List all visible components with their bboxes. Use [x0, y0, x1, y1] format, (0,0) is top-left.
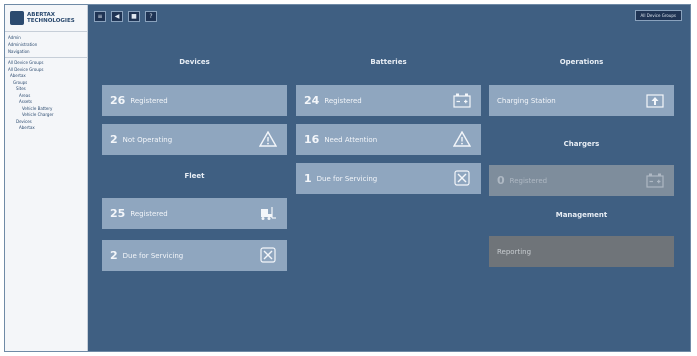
section-title-operations: Operations	[559, 58, 604, 66]
tile-label: Due for Servicing	[316, 174, 378, 183]
tile-charging-station[interactable]: Charging Station	[489, 85, 674, 116]
sidebar-item-navigation[interactable]: Navigation	[8, 48, 84, 55]
device-tree: All Device Groups All Device Groups Aber…	[5, 57, 87, 134]
section-title-management: Management	[555, 211, 608, 219]
tools-icon	[259, 246, 277, 264]
tile-label: Charging Station	[497, 96, 556, 105]
forklift-icon	[259, 204, 277, 222]
top-toolbar: ≡ ◀ ■ ? All Device Groups	[88, 5, 690, 27]
tile-count: 2	[110, 133, 118, 146]
tile-batteries-registered[interactable]: 24 Registered	[296, 85, 481, 116]
tile-label: Registered	[130, 209, 168, 218]
back-button[interactable]: ◀	[111, 10, 123, 22]
tile-count: 16	[304, 133, 320, 146]
battery-icon	[453, 91, 471, 109]
tile-label: Registered	[509, 176, 548, 185]
stop-button[interactable]: ■	[128, 10, 140, 22]
tile-count: 1	[304, 172, 312, 185]
tile-label: Due for Servicing	[122, 251, 184, 260]
sidebar-top-nav: Admin Administration Navigation	[5, 32, 87, 57]
tile-reporting[interactable]: Reporting	[489, 236, 674, 267]
tile-fleet-registered[interactable]: 25 Registered	[102, 198, 287, 229]
tile-count: 2	[110, 249, 118, 262]
tile-label: Registered	[130, 96, 168, 105]
section-title-fleet: Fleet	[184, 172, 205, 180]
tile-count: 24	[304, 94, 320, 107]
tile-label: Reporting	[497, 247, 532, 256]
tree-item[interactable]: Abertax	[8, 125, 84, 132]
tile-count: 25	[110, 207, 126, 220]
sidebar: ABERTAX TECHNOLOGIES Admin Administratio…	[5, 5, 88, 351]
tile-fleet-due-servicing[interactable]: 2 Due for Servicing	[102, 240, 287, 271]
app-window: ABERTAX TECHNOLOGIES Admin Administratio…	[4, 4, 691, 352]
battery-icon	[646, 171, 664, 189]
help-button[interactable]: ?	[145, 10, 157, 22]
logo-icon	[10, 11, 24, 25]
sidebar-item-administration[interactable]: Administration	[8, 41, 84, 48]
tile-label: Registered	[324, 96, 362, 105]
section-title-chargers: Chargers	[563, 140, 600, 148]
tile-batteries-need-attention[interactable]: 16 Need Attention	[296, 124, 481, 155]
brand-logo: ABERTAX TECHNOLOGIES	[5, 5, 87, 32]
tile-label: Need Attention	[324, 135, 378, 144]
device-group-selector[interactable]: All Device Groups	[634, 10, 682, 21]
tools-icon	[453, 169, 471, 187]
charging-station-icon	[646, 91, 664, 109]
tile-label: Not Operating	[122, 135, 173, 144]
section-title-devices: Devices	[179, 58, 210, 66]
warning-icon	[259, 130, 277, 148]
tile-count: 26	[110, 94, 126, 107]
tile-count: 0	[497, 174, 505, 187]
tile-devices-registered[interactable]: 26 Registered	[102, 85, 287, 116]
tile-chargers-registered[interactable]: 0 Registered	[489, 165, 674, 196]
brand-subtitle: TECHNOLOGIES	[27, 18, 75, 24]
tile-devices-not-operating[interactable]: 2 Not Operating	[102, 124, 287, 155]
tile-batteries-due-servicing[interactable]: 1 Due for Servicing	[296, 163, 481, 194]
warning-icon	[453, 130, 471, 148]
sidebar-item-admin[interactable]: Admin	[8, 34, 84, 41]
menu-button[interactable]: ≡	[94, 10, 106, 22]
section-title-batteries: Batteries	[370, 58, 407, 66]
